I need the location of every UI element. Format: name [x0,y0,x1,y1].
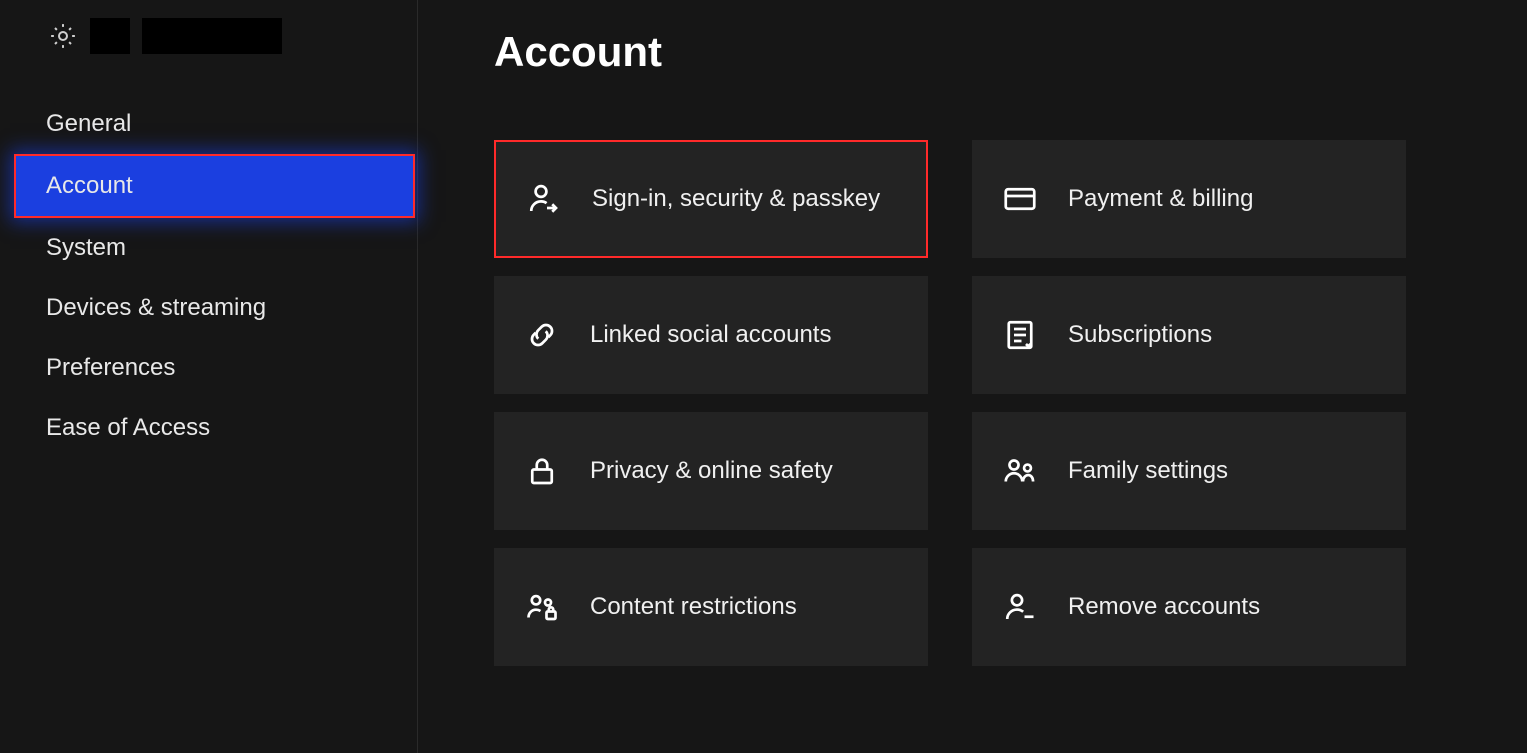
sidebar-item-system[interactable]: System [0,218,417,278]
sidebar-item-devices-streaming[interactable]: Devices & streaming [0,278,417,338]
tile-label: Remove accounts [1068,591,1260,623]
tile-label: Privacy & online safety [590,455,833,487]
tile-remove-accounts[interactable]: Remove accounts [972,548,1406,666]
tiles-grid: Sign-in, security & passkey Payment & bi… [494,140,1527,666]
credit-card-icon [1002,181,1038,217]
people-icon [1002,453,1038,489]
sidebar-item-account[interactable]: Account [14,154,415,218]
sidebar-item-label: Account [46,172,133,199]
tile-linked-social-accounts[interactable]: Linked social accounts [494,276,928,394]
redacted-box-large [142,18,282,54]
sidebar-header [0,18,417,94]
person-arrow-icon [526,181,562,217]
sidebar-item-label: General [46,110,131,137]
redacted-box-small [90,18,130,54]
tile-label: Linked social accounts [590,319,831,351]
sidebar: General Account System Devices & streami… [0,0,418,753]
sidebar-item-label: Ease of Access [46,414,210,441]
person-minus-icon [1002,589,1038,625]
tile-content-restrictions[interactable]: Content restrictions [494,548,928,666]
sidebar-item-label: Devices & streaming [46,294,266,321]
tile-payment-billing[interactable]: Payment & billing [972,140,1406,258]
tile-label: Payment & billing [1068,183,1253,215]
tile-label: Subscriptions [1068,319,1212,351]
tile-label: Family settings [1068,455,1228,487]
tile-signin-security-passkey[interactable]: Sign-in, security & passkey [494,140,928,258]
tile-subscriptions[interactable]: Subscriptions [972,276,1406,394]
sidebar-item-ease-of-access[interactable]: Ease of Access [0,398,417,458]
sidebar-item-preferences[interactable]: Preferences [0,338,417,398]
sidebar-item-label: System [46,234,126,261]
document-list-icon [1002,317,1038,353]
link-icon [524,317,560,353]
page-title: Account [494,28,1527,76]
tile-label: Content restrictions [590,591,797,623]
sidebar-list: General Account System Devices & streami… [0,94,417,458]
tile-privacy-online-safety[interactable]: Privacy & online safety [494,412,928,530]
gear-icon [48,21,78,51]
tile-family-settings[interactable]: Family settings [972,412,1406,530]
sidebar-item-label: Preferences [46,354,175,381]
sidebar-item-general[interactable]: General [0,94,417,154]
tile-label: Sign-in, security & passkey [592,183,880,215]
people-lock-icon [524,589,560,625]
main: Account Sign-in, security & passkey Paym… [418,0,1527,753]
lock-icon [524,453,560,489]
